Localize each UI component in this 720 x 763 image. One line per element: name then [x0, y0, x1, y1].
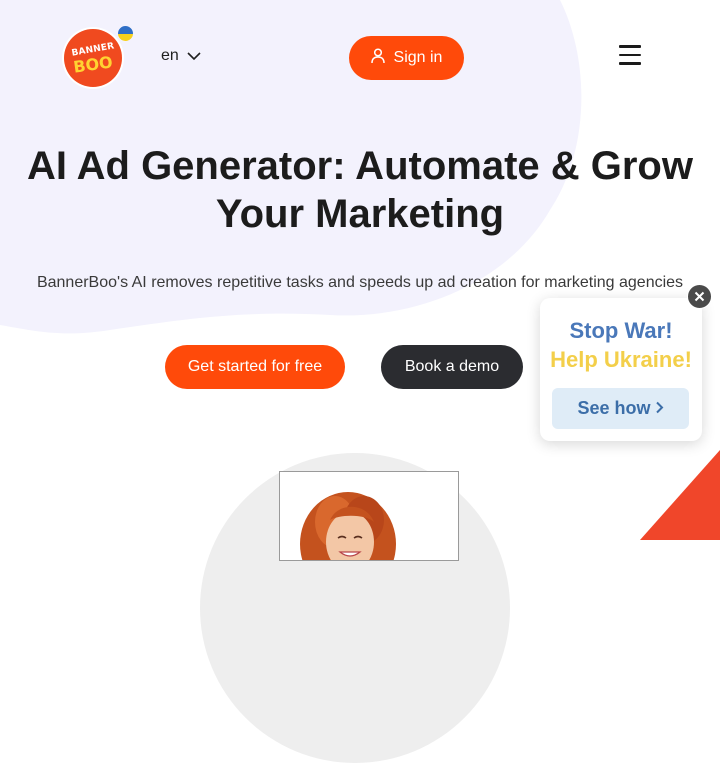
- sign-in-label: Sign in: [393, 49, 443, 66]
- bannerboo-logo[interactable]: BANNER BOO: [64, 29, 122, 87]
- popup-headline: Stop War!: [569, 318, 673, 343]
- user-icon: [370, 47, 385, 69]
- chevron-right-icon: [655, 398, 664, 419]
- language-label: en: [161, 47, 179, 64]
- close-icon[interactable]: [687, 284, 712, 309]
- chevron-down-icon: [187, 51, 201, 61]
- hero-photo: [279, 471, 459, 561]
- ukraine-support-popup: Stop War! Help Ukraine! See how: [540, 298, 702, 441]
- ukraine-flag-icon: [118, 26, 133, 41]
- popup-subheadline: Help Ukraine!: [550, 347, 692, 372]
- page-title: AI Ad Generator: Automate & Grow Your Ma…: [0, 142, 720, 238]
- see-how-label: See how: [577, 398, 651, 418]
- decorative-corner-shape: [640, 450, 720, 540]
- book-demo-button[interactable]: Book a demo: [381, 345, 523, 389]
- title-line-2: Your Marketing: [215, 192, 505, 236]
- sign-in-button[interactable]: Sign in: [349, 36, 464, 80]
- language-selector[interactable]: en: [161, 47, 201, 65]
- get-started-button[interactable]: Get started for free: [165, 345, 345, 389]
- hero-subtitle: BannerBoo's AI removes repetitive tasks …: [36, 274, 684, 291]
- hamburger-menu-icon[interactable]: [619, 45, 641, 65]
- title-line-1: AI Ad Generator: Automate & Grow: [27, 144, 693, 188]
- see-how-button[interactable]: See how: [552, 388, 689, 429]
